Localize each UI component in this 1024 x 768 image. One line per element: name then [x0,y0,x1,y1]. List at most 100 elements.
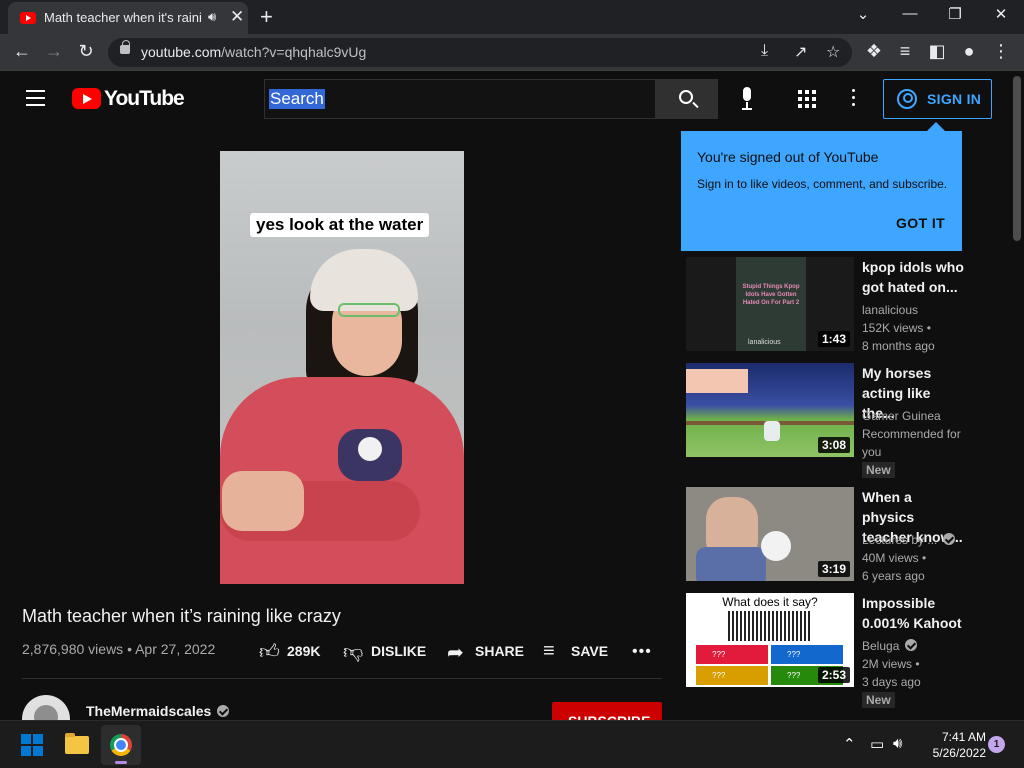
recommendation-channel[interactable]: Beluga [862,637,966,655]
youtube-header: YouTube Search SIGN IN [0,71,1010,127]
recommendation-age: 8 months ago [862,339,935,353]
show-hidden-icons-chevron-icon[interactable]: ⌃ [843,735,856,753]
restore-button[interactable]: ❐ [940,5,970,23]
youtube-favicon-icon [20,12,36,24]
tab-title: Math teacher when it's raining like craz… [44,10,202,25]
side-panel-icon[interactable]: ◧ [925,41,949,62]
like-button[interactable]: 👍︎ 289K [259,641,321,663]
verified-badge-icon [943,533,956,545]
taskbar-clock[interactable]: 7:41 AM 5/26/2022 [920,729,986,761]
share-arrow-icon: ➦ [447,642,464,664]
video-duration: 3:08 [817,437,850,453]
browser-tab-bar: Math teacher when it's raining like craz… [0,0,1024,34]
video-title: Math teacher when it’s raining like craz… [22,606,341,626]
windows-start-icon[interactable] [21,734,43,756]
video-caption-overlay: yes look at the water [250,213,430,237]
hamburger-menu-icon[interactable] [26,90,45,106]
youtube-apps-grid-icon[interactable] [798,90,816,108]
youtube-play-logo-icon [72,88,101,109]
chrome-taskbar-button[interactable] [101,725,141,765]
video-duration: 1:43 [817,331,850,347]
video-duration: 2:53 [817,667,850,683]
recommendation-channel[interactable]: Gamer Guinea [862,407,966,425]
answer-red: ??? [696,645,768,664]
share-page-icon[interactable]: ↗ [794,42,807,62]
recommendation-item[interactable]: Stupid Things Kpop Idols Have Gotten Hat… [686,257,966,357]
reload-icon[interactable]: ↻ [74,41,98,62]
thumbs-down-icon: 👎︎ [343,641,364,663]
video-player[interactable]: yes look at the water [220,151,464,584]
new-tab-button[interactable]: + [260,4,273,30]
lock-icon[interactable] [120,40,130,54]
recommendation-item[interactable]: What does it say? ??? ??? ??? ??? 2:53 I… [686,593,966,711]
close-window-button[interactable]: ✕ [986,5,1016,23]
save-button[interactable]: ≡ SAVE [543,640,609,662]
thumbnail-shirt [696,547,766,581]
verified-badge-icon [905,639,918,651]
video-frame-glasses [338,303,400,317]
channel-name[interactable]: TheMermaidscales [86,703,230,719]
thumbs-up-icon: 👍︎ [259,641,280,663]
media-control-icon[interactable]: ≡ [893,41,917,62]
video-thumbnail[interactable]: Stupid Things Kpop Idols Have Gotten Hat… [686,257,854,351]
voice-search-microphone-icon[interactable] [739,87,755,111]
recommendation-channel[interactable]: Lectures by ... [862,531,966,549]
channel-name-text: TheMermaidscales [86,703,212,719]
recommendation-item[interactable]: 3:19 When a physics teacher know... Lect… [686,487,966,587]
recommendation-channel[interactable]: lanalicious [862,301,966,319]
audio-playing-icon[interactable]: 🔊︎ [208,9,216,25]
video-frame-sweatshirt-print [338,429,402,481]
like-count: 289K [287,643,321,659]
recommendation-views: 2M views • [862,657,920,671]
video-frame-hands [222,471,304,531]
chrome-icon [110,734,132,756]
search-button[interactable] [656,79,718,119]
search-input[interactable]: Search [264,79,656,119]
sign-in-button[interactable]: SIGN IN [883,79,992,119]
tab-search-icon[interactable]: ⌄ [848,5,878,23]
recommendation-title[interactable]: kpop idols who got hated on... [862,257,966,297]
dislike-label: DISLIKE [371,643,427,659]
popup-body: Sign in to like videos, comment, and sub… [697,177,948,191]
more-actions-icon[interactable]: ••• [632,643,652,661]
file-explorer-icon[interactable] [65,733,89,754]
share-label: SHARE [475,643,525,659]
recommendation-title[interactable]: Impossible 0.001% Kahoot [862,593,966,633]
thumbnail-heading: What does it say? [722,595,818,609]
scrollbar-thumb[interactable] [1013,76,1021,241]
dislike-button[interactable]: 👎︎ DISLIKE [343,641,427,663]
account-circle-icon [897,89,917,109]
forward-icon[interactable]: → [42,41,66,62]
video-views-date: 2,876,980 views • Apr 27, 2022 [22,641,216,657]
install-app-icon[interactable]: ⤓ [761,42,768,60]
share-button[interactable]: ➦ SHARE [447,642,525,664]
save-label: SAVE [571,643,609,659]
back-icon[interactable]: ← [10,41,34,62]
profile-icon[interactable]: ● [957,41,981,62]
network-icon[interactable]: ▭ [870,735,884,753]
thumbnail-text: Stupid Things Kpop Idols Have Gotten Hat… [742,284,800,306]
browser-tab[interactable]: Math teacher when it's raining like craz… [8,2,248,34]
thumbnail-ball [761,531,791,561]
video-thumbnail[interactable]: What does it say? ??? ??? ??? ??? 2:53 [686,593,854,687]
chrome-menu-icon[interactable]: ⋮ [989,41,1013,62]
recommendation-item[interactable]: 3:08 My horses acting like the... Gamer … [686,363,966,481]
notification-count-badge[interactable]: 1 [988,736,1005,753]
close-tab-icon[interactable]: ✕ [230,7,244,27]
youtube-wordmark: YouTube [104,87,185,110]
minimize-button[interactable]: — [895,5,925,22]
video-thumbnail[interactable]: 3:08 [686,363,854,457]
bookmark-star-icon[interactable]: ☆ [826,42,840,62]
clock-date: 5/26/2022 [932,746,986,760]
new-badge: New [862,692,895,708]
extensions-icon[interactable]: ❖ [862,41,886,62]
answer-yellow: ??? [696,666,768,685]
settings-more-icon[interactable] [852,89,856,110]
volume-icon[interactable]: 🔊︎ [893,735,902,752]
answer-blue: ??? [771,645,843,664]
popup-heading: You're signed out of YouTube [697,149,879,165]
got-it-button[interactable]: GOT IT [896,215,945,231]
video-thumbnail[interactable]: 3:19 [686,487,854,581]
sign-in-label: SIGN IN [927,91,982,107]
address-bar[interactable]: youtube.com/watch?v=qhqhalc9vUg ⤓ ↗ ☆ [108,38,852,67]
